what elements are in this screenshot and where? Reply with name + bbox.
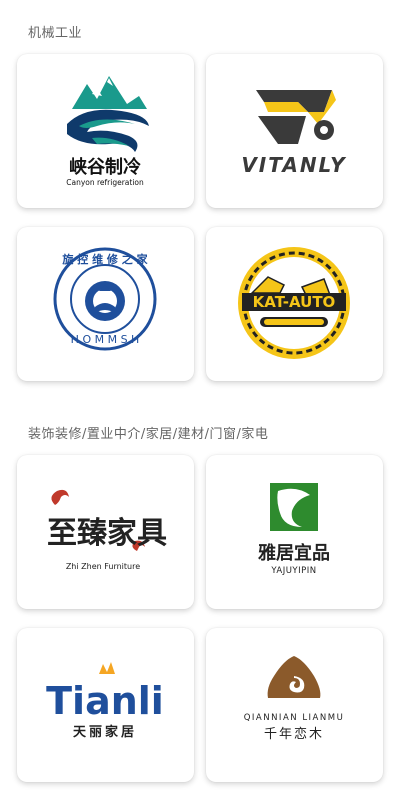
qiannian-cn: 千年恋木 <box>264 726 324 742</box>
vitanly-text: VITANLY <box>241 153 347 177</box>
hommsh-logo: 旋 控 维 修 之 家 H O M M S H <box>53 247 157 351</box>
zhizhen-en: Zhi Zhen Furniture <box>66 562 140 571</box>
katauto-logo: KAT-AUTO <box>238 247 350 359</box>
section-title-decoration: 装饰装修/置业中介/家居/建材/门窗/家电 <box>28 427 269 442</box>
qiannian-en: QIANNIAN LIANMU <box>244 713 345 723</box>
section-title-machinery: 机械工业 <box>28 26 83 41</box>
logo-card-tianli[interactable]: Tianli 天丽家居 <box>17 628 194 782</box>
yaju-en: YAJUYIPIN <box>270 566 316 576</box>
tianli-cn: 天丽家居 <box>73 724 137 740</box>
hommsh-bottom-text: H O M M S H <box>71 333 140 346</box>
logo-card-qiannian[interactable]: QIANNIAN LIANMU 千年恋木 <box>206 628 383 782</box>
zhizhen-cn: 至臻家具 <box>47 516 167 551</box>
zhizhen-logo: 至臻家具 Zhi Zhen Furniture <box>47 489 167 571</box>
logo-card-xiagu[interactable]: 峡谷制冷 Canyon refrigeration <box>17 54 194 208</box>
logo-card-katauto[interactable]: KAT-AUTO <box>206 227 383 381</box>
yaju-cn: 雅居宜品 <box>257 542 330 564</box>
vitanly-logo: VITANLY <box>241 90 347 177</box>
xiagu-logo: 峡谷制冷 Canyon refrigeration <box>66 76 149 187</box>
tianli-logo: Tianli 天丽家居 <box>46 662 164 740</box>
qiannian-logo: QIANNIAN LIANMU 千年恋木 <box>244 656 345 742</box>
logo-card-hommsh[interactable]: 旋 控 维 修 之 家 H O M M S H <box>17 227 194 381</box>
xiagu-en: Canyon refrigeration <box>66 178 144 187</box>
logo-card-yaju[interactable]: 雅居宜品 YAJUYIPIN <box>206 455 383 609</box>
yaju-logo: 雅居宜品 YAJUYIPIN <box>257 483 330 576</box>
katauto-text: KAT-AUTO <box>253 293 336 311</box>
hommsh-top-text: 旋 控 维 修 之 家 <box>61 252 148 266</box>
xiagu-cn: 峡谷制冷 <box>69 156 141 178</box>
tianli-en: Tianli <box>46 679 164 723</box>
logo-card-zhizhen[interactable]: 至臻家具 Zhi Zhen Furniture <box>17 455 194 609</box>
logo-card-vitanly[interactable]: VITANLY <box>206 54 383 208</box>
